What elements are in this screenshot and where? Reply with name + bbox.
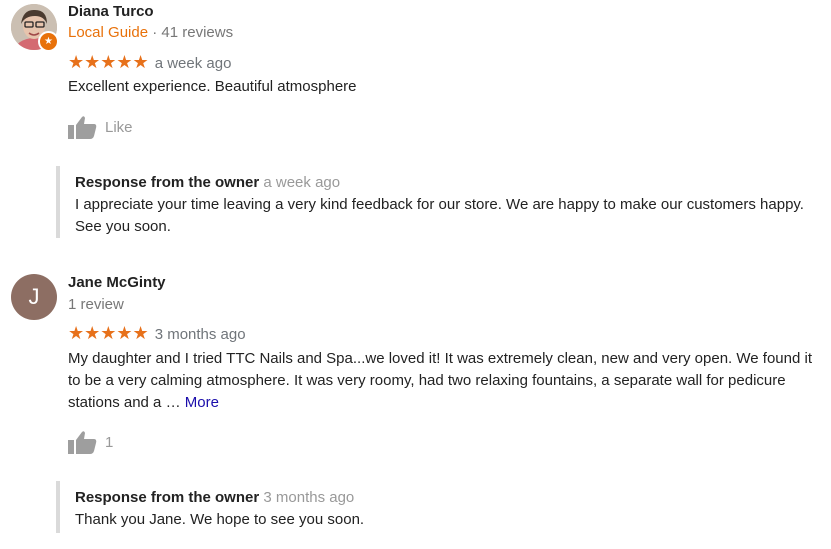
star-rating-icon: ★★★★★ — [68, 323, 149, 343]
review-time: a week ago — [154, 55, 232, 72]
reviewer-name[interactable]: Jane McGinty — [68, 274, 166, 291]
review-count: 1 review — [68, 296, 124, 313]
owner-response-header: Response from the owner a week ago — [75, 166, 818, 194]
meta-separator: · — [148, 24, 162, 41]
owner-response: Response from the owner a week ago I app… — [56, 166, 818, 238]
like-button[interactable]: Like — [68, 115, 133, 139]
owner-response-time: a week ago — [263, 174, 341, 191]
reviewer-name[interactable]: Diana Turco — [68, 3, 154, 20]
review-time: 3 months ago — [154, 326, 246, 343]
like-label: Like — [105, 118, 133, 136]
rating-line: ★★★★★ 3 months ago — [68, 323, 246, 344]
owner-response: Response from the owner 3 months ago Tha… — [56, 481, 818, 533]
owner-response-title: Response from the owner — [75, 489, 260, 506]
star-rating-icon: ★★★★★ — [68, 52, 149, 72]
local-guide-label: Local Guide — [68, 24, 149, 41]
thumbs-up-icon — [68, 431, 97, 454]
owner-response-header: Response from the owner 3 months ago — [75, 481, 818, 509]
owner-response-text: I appreciate your time leaving a very ki… — [75, 196, 804, 235]
rating-line: ★★★★★ a week ago — [68, 52, 231, 73]
like-count: 1 — [105, 433, 114, 451]
reviewer-meta: Local Guide · 41 reviews — [68, 24, 233, 41]
owner-response-text: Thank you Jane. We hope to see you soon. — [75, 511, 365, 528]
more-link[interactable]: More — [185, 394, 219, 411]
owner-response-time: 3 months ago — [263, 489, 355, 506]
review-count: 41 reviews — [161, 24, 234, 41]
review-text: My daughter and I tried TTC Nails and Sp… — [68, 348, 820, 414]
review-text: Excellent experience. Beautiful atmosphe… — [68, 78, 357, 95]
thumbs-up-icon — [68, 116, 97, 139]
like-button[interactable]: 1 — [68, 430, 113, 454]
reviewer-avatar[interactable]: J — [11, 274, 57, 320]
local-guide-badge-icon: ★ — [38, 31, 59, 52]
review-text-body: My daughter and I tried TTC Nails and Sp… — [68, 350, 812, 411]
owner-response-title: Response from the owner — [75, 174, 260, 191]
